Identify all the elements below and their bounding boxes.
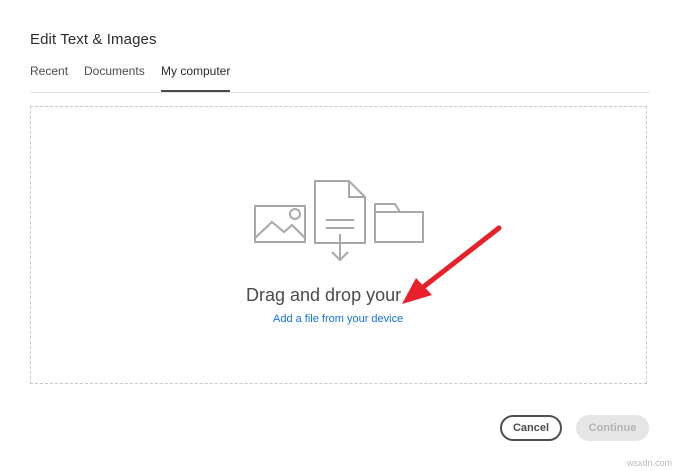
dialog-title: Edit Text & Images bbox=[30, 31, 157, 48]
cancel-button[interactable]: Cancel bbox=[500, 415, 562, 441]
tab-my-computer[interactable]: My computer bbox=[161, 62, 231, 92]
continue-button[interactable]: Continue bbox=[576, 415, 649, 441]
add-file-link[interactable]: Add a file from your device bbox=[273, 313, 403, 325]
tab-bar: Recent Documents My computer bbox=[30, 62, 650, 93]
red-arrow-icon bbox=[402, 225, 502, 304]
drop-instruction: Drag and drop your bbox=[246, 285, 402, 305]
tab-recent[interactable]: Recent bbox=[30, 62, 68, 90]
document-download-icon bbox=[314, 180, 366, 262]
tab-documents[interactable]: Documents bbox=[84, 62, 145, 90]
watermark: wsxdn.com bbox=[626, 458, 672, 468]
image-icon bbox=[254, 205, 306, 243]
